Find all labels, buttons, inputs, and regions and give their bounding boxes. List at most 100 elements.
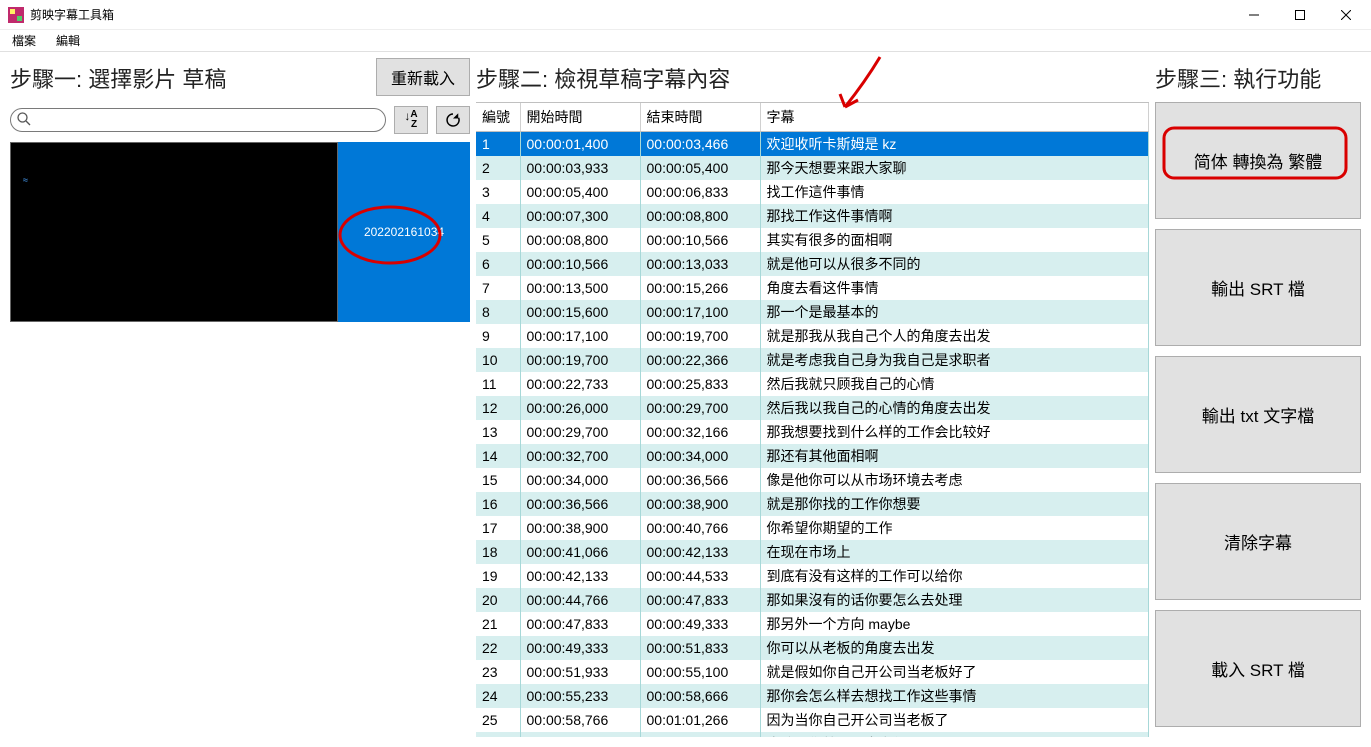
cell-start: 00:00:55,233 xyxy=(520,684,640,708)
cell-text: 那今天想要来跟大家聊 xyxy=(760,156,1149,180)
cell-end: 00:01:01,266 xyxy=(640,708,760,732)
cell-id: 3 xyxy=(476,180,520,204)
cell-text: 就是那你找的工作你想要 xyxy=(760,492,1149,516)
menu-edit[interactable]: 編輯 xyxy=(52,30,84,51)
table-row[interactable]: 100:00:01,40000:00:03,466欢迎收听卡斯姆是 kz xyxy=(476,132,1149,157)
cell-text: 然后我就只顾我自己的心情 xyxy=(760,372,1149,396)
col-header-end[interactable]: 結束時間 xyxy=(640,103,760,132)
cell-id: 24 xyxy=(476,684,520,708)
cell-text: 那还有其他面相啊 xyxy=(760,444,1149,468)
cell-text: 像是他你可以从市场环境去考虑 xyxy=(760,468,1149,492)
table-row[interactable]: 1900:00:42,13300:00:44,533到底有没有这样的工作可以给你 xyxy=(476,564,1149,588)
draft-thumbnail[interactable]: ≈ xyxy=(10,142,338,322)
cell-text: 应该是你就是要去雇佣别人 xyxy=(760,732,1149,737)
table-row[interactable]: 2500:00:58,76600:01:01,266因为当你自己开公司当老板了 xyxy=(476,708,1149,732)
col-header-start[interactable]: 開始時間 xyxy=(520,103,640,132)
cell-start: 00:00:13,500 xyxy=(520,276,640,300)
table-row[interactable]: 300:00:05,40000:00:06,833找工作這件事情 xyxy=(476,180,1149,204)
table-row[interactable]: 1100:00:22,73300:00:25,833然后我就只顾我自己的心情 xyxy=(476,372,1149,396)
close-button[interactable] xyxy=(1323,0,1369,30)
cell-text: 那你会怎么样去想找工作这些事情 xyxy=(760,684,1149,708)
minimize-button[interactable] xyxy=(1231,0,1277,30)
cell-end: 00:00:05,400 xyxy=(640,156,760,180)
maximize-button[interactable] xyxy=(1277,0,1323,30)
table-row[interactable]: 500:00:08,80000:00:10,566其实有很多的面相啊 xyxy=(476,228,1149,252)
table-row[interactable]: 2100:00:47,83300:00:49,333那另外一个方向 maybe xyxy=(476,612,1149,636)
table-row[interactable]: 2200:00:49,33300:00:51,833你可以从老板的角度去出发 xyxy=(476,636,1149,660)
cell-id: 15 xyxy=(476,468,520,492)
table-row[interactable]: 2400:00:55,23300:00:58,666那你会怎么样去想找工作这些事… xyxy=(476,684,1149,708)
cell-start: 00:00:49,333 xyxy=(520,636,640,660)
draft-id-label: 202202161034 xyxy=(364,225,444,239)
table-row[interactable]: 2000:00:44,76600:00:47,833那如果沒有的话你要怎么去处理 xyxy=(476,588,1149,612)
table-row[interactable]: 700:00:13,50000:00:15,266角度去看这件事情 xyxy=(476,276,1149,300)
subtitle-table-wrap: 編號 開始時間 結束時間 字幕 100:00:01,40000:00:03,46… xyxy=(476,102,1149,737)
step2-title: 步驟二: 檢視草稿字幕內容 xyxy=(476,58,1149,102)
cell-id: 26 xyxy=(476,732,520,737)
table-row[interactable]: 400:00:07,30000:00:08,800那找工作这件事情啊 xyxy=(476,204,1149,228)
cell-id: 23 xyxy=(476,660,520,684)
convert-button[interactable]: 简体 轉換為 繁體 xyxy=(1155,102,1361,219)
cell-id: 18 xyxy=(476,540,520,564)
export-txt-button[interactable]: 輸出 txt 文字檔 xyxy=(1155,356,1361,473)
table-row[interactable]: 1500:00:34,00000:00:36,566像是他你可以从市场环境去考虑 xyxy=(476,468,1149,492)
cell-start: 00:00:07,300 xyxy=(520,204,640,228)
subtitle-table[interactable]: 編號 開始時間 結束時間 字幕 100:00:01,40000:00:03,46… xyxy=(476,103,1149,737)
cell-id: 9 xyxy=(476,324,520,348)
table-row[interactable]: 1300:00:29,70000:00:32,166那我想要找到什么样的工作会比… xyxy=(476,420,1149,444)
cell-end: 00:00:40,766 xyxy=(640,516,760,540)
cell-id: 12 xyxy=(476,396,520,420)
cell-start: 00:00:44,766 xyxy=(520,588,640,612)
cell-text: 然后我以我自己的心情的角度去出发 xyxy=(760,396,1149,420)
cell-start: 00:00:47,833 xyxy=(520,612,640,636)
refresh-button[interactable] xyxy=(436,106,470,134)
cell-start: 00:00:42,133 xyxy=(520,564,640,588)
cell-start: 00:00:34,000 xyxy=(520,468,640,492)
draft-item-selected[interactable]: 202202161034 xyxy=(338,142,470,322)
sort-button[interactable]: ↓AZ xyxy=(394,106,428,134)
cell-start: 00:00:32,700 xyxy=(520,444,640,468)
table-row[interactable]: 800:00:15,60000:00:17,100那一个是最基本的 xyxy=(476,300,1149,324)
cell-end: 00:00:42,133 xyxy=(640,540,760,564)
table-header-row: 編號 開始時間 結束時間 字幕 xyxy=(476,103,1149,132)
cell-id: 14 xyxy=(476,444,520,468)
search-icon xyxy=(16,111,32,127)
cell-id: 7 xyxy=(476,276,520,300)
table-row[interactable]: 1400:00:32,70000:00:34,000那还有其他面相啊 xyxy=(476,444,1149,468)
cell-text: 就是考虑我自己身为我自己是求职者 xyxy=(760,348,1149,372)
cell-id: 21 xyxy=(476,612,520,636)
load-srt-button[interactable]: 載入 SRT 檔 xyxy=(1155,610,1361,727)
cell-start: 00:00:29,700 xyxy=(520,420,640,444)
cell-start: 00:00:26,000 xyxy=(520,396,640,420)
cell-end: 00:00:58,666 xyxy=(640,684,760,708)
draft-list[interactable]: ≈ 202202161034 xyxy=(10,142,470,322)
table-row[interactable]: 1200:00:26,00000:00:29,700然后我以我自己的心情的角度去… xyxy=(476,396,1149,420)
clear-button[interactable]: 清除字幕 xyxy=(1155,483,1361,600)
table-row[interactable]: 1000:00:19,70000:00:22,366就是考虑我自己身为我自己是求… xyxy=(476,348,1149,372)
table-row[interactable]: 1600:00:36,56600:00:38,900就是那你找的工作你想要 xyxy=(476,492,1149,516)
cell-end: 00:00:55,100 xyxy=(640,660,760,684)
reload-button[interactable]: 重新載入 xyxy=(376,58,470,96)
cell-id: 8 xyxy=(476,300,520,324)
table-row[interactable]: 200:00:03,93300:00:05,400那今天想要来跟大家聊 xyxy=(476,156,1149,180)
cell-end: 00:00:29,700 xyxy=(640,396,760,420)
table-row[interactable]: 900:00:17,10000:00:19,700就是那我从我自己个人的角度去出… xyxy=(476,324,1149,348)
cell-end: 00:00:03,466 xyxy=(640,132,760,157)
table-row[interactable]: 1800:00:41,06600:00:42,133在现在市场上 xyxy=(476,540,1149,564)
table-row[interactable]: 1700:00:38,90000:00:40,766你希望你期望的工作 xyxy=(476,516,1149,540)
table-row[interactable]: 600:00:10,56600:00:13,033就是他可以从很多不同的 xyxy=(476,252,1149,276)
cell-end: 00:00:15,266 xyxy=(640,276,760,300)
menu-file[interactable]: 檔案 xyxy=(8,30,40,51)
cell-text: 那另外一个方向 maybe xyxy=(760,612,1149,636)
table-row[interactable]: 2300:00:51,93300:00:55,100就是假如你自己开公司当老板好… xyxy=(476,660,1149,684)
col-header-text[interactable]: 字幕 xyxy=(760,103,1149,132)
col-header-id[interactable]: 編號 xyxy=(476,103,520,132)
cell-text: 就是假如你自己开公司当老板好了 xyxy=(760,660,1149,684)
cell-text: 因为当你自己开公司当老板了 xyxy=(760,708,1149,732)
cell-start: 00:00:19,700 xyxy=(520,348,640,372)
search-input[interactable] xyxy=(10,108,386,132)
export-srt-button[interactable]: 輸出 SRT 檔 xyxy=(1155,229,1361,346)
cell-end: 00:00:19,700 xyxy=(640,324,760,348)
cell-text: 角度去看这件事情 xyxy=(760,276,1149,300)
table-row[interactable]: 2600:01:01,26600:01:04,200应该是你就是要去雇佣别人 xyxy=(476,732,1149,737)
